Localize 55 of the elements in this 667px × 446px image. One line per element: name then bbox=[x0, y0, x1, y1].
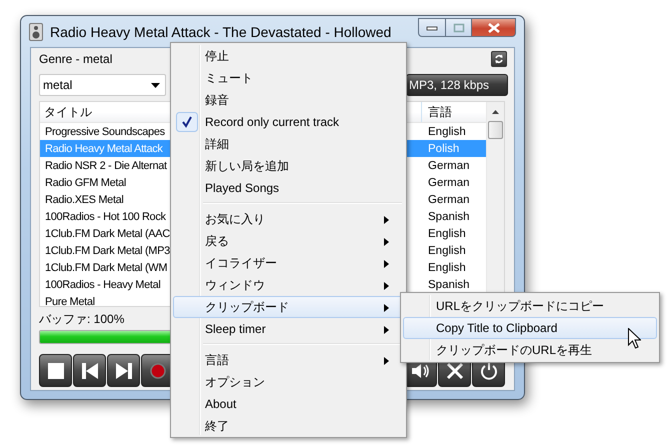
close-button[interactable] bbox=[472, 18, 516, 37]
menu-item[interactable]: Played Songs bbox=[173, 177, 404, 199]
menu-item[interactable]: 新しい局を追加 bbox=[173, 155, 404, 177]
station-language: Polish bbox=[428, 142, 460, 154]
speaker-icon bbox=[29, 22, 43, 40]
menu-item[interactable]: クリップボードのURLを再生 bbox=[403, 339, 657, 361]
maximize-button[interactable] bbox=[446, 18, 472, 37]
genre-dropdown[interactable]: metal bbox=[39, 74, 166, 96]
maximize-icon bbox=[452, 22, 464, 32]
speaker-icon bbox=[410, 362, 430, 380]
stream-info-display: MP3, 128 kbps bbox=[406, 74, 508, 96]
mouse-pointer-icon bbox=[628, 328, 641, 349]
menu-item[interactable]: 詳細 bbox=[173, 133, 404, 155]
refresh-button[interactable] bbox=[491, 51, 507, 67]
menu-item[interactable]: 終了 bbox=[173, 415, 404, 437]
scrollbar-thumb[interactable] bbox=[488, 121, 503, 139]
station-title: Radio Heavy Metal Attack bbox=[45, 142, 164, 154]
station-title: 1Club.FM Dark Metal (MP3 bbox=[45, 244, 171, 256]
station-title: Radio.XES Metal bbox=[45, 194, 125, 206]
scroll-up-icon[interactable] bbox=[492, 110, 499, 114]
minimize-button[interactable] bbox=[418, 18, 446, 37]
menu-item[interactable]: ウィンドウ bbox=[173, 274, 404, 296]
station-language: English bbox=[428, 244, 466, 256]
previous-button[interactable] bbox=[73, 354, 106, 387]
menu-item[interactable]: Record only current track bbox=[173, 111, 404, 133]
window-title: Radio Heavy Metal Attack - The Devastated - Hollowed bbox=[50, 24, 392, 40]
dropdown-arrow-icon bbox=[151, 82, 160, 88]
menu-item[interactable]: URLをクリップボードにコピー bbox=[403, 295, 657, 317]
stop-button[interactable] bbox=[39, 354, 72, 387]
station-language: English bbox=[428, 126, 466, 138]
power-icon bbox=[480, 362, 498, 380]
station-language: German bbox=[428, 194, 470, 206]
buffer-label: バッファ: 100% bbox=[39, 311, 124, 328]
menu-item[interactable]: 録音 bbox=[173, 89, 404, 111]
menu-item[interactable]: オプション bbox=[173, 371, 404, 393]
refresh-icon bbox=[494, 54, 504, 64]
genre-label: Genre - metal bbox=[39, 52, 112, 66]
next-icon bbox=[114, 362, 132, 380]
record-icon bbox=[148, 362, 166, 380]
cross-icon bbox=[446, 362, 464, 380]
menu-item[interactable]: About bbox=[173, 393, 404, 415]
menu-item[interactable]: Copy Title to Clipboard bbox=[403, 317, 657, 339]
station-title: Progressive Soundscapes bbox=[45, 126, 166, 138]
next-button[interactable] bbox=[107, 354, 140, 387]
menu-item[interactable]: 停止 bbox=[173, 45, 404, 67]
menu-item[interactable]: Sleep timer bbox=[173, 318, 404, 340]
menu-item[interactable]: ミュート bbox=[173, 67, 404, 89]
close-icon bbox=[486, 22, 500, 32]
menu-item[interactable]: 戻る bbox=[173, 230, 404, 252]
previous-icon bbox=[80, 362, 98, 380]
stop-icon bbox=[46, 362, 64, 380]
menu-item[interactable]: お気に入り bbox=[173, 208, 404, 230]
menu-item[interactable]: イコライザー bbox=[173, 252, 404, 274]
menu-item[interactable]: 言語 bbox=[173, 349, 404, 371]
minimize-icon bbox=[426, 24, 438, 30]
